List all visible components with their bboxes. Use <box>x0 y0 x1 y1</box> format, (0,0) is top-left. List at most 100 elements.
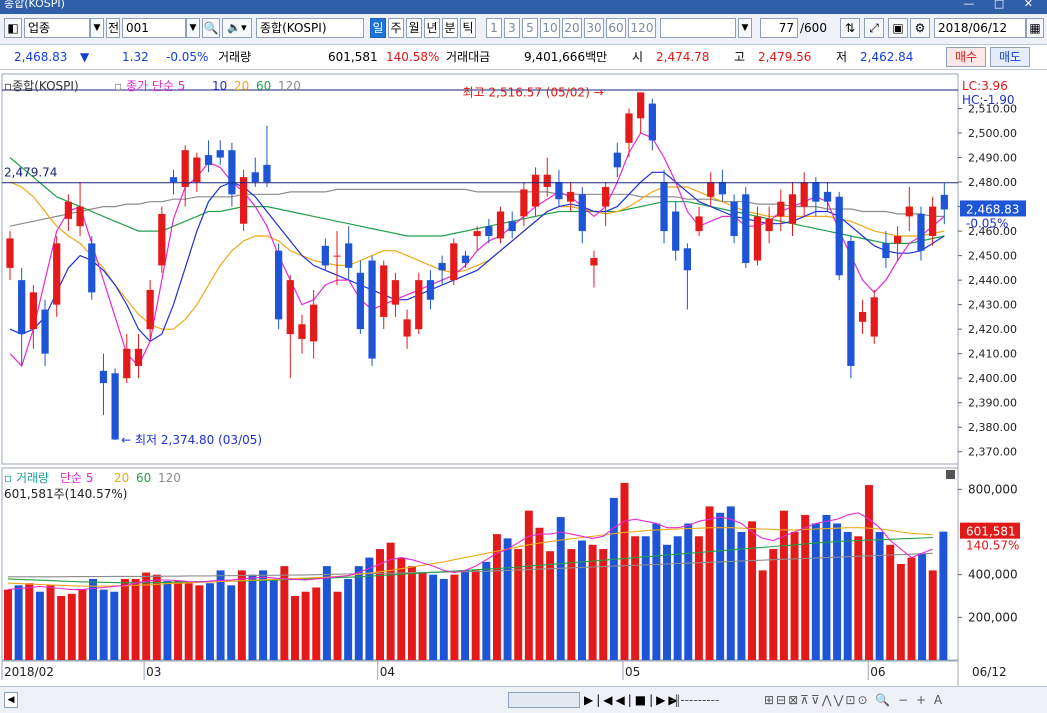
volume-bar <box>25 583 34 660</box>
candle-body <box>158 213 166 266</box>
candle-body <box>111 373 119 440</box>
volume-bar <box>705 506 714 660</box>
code-dropdown-icon[interactable]: ▼ <box>186 18 200 38</box>
chart-area[interactable]: 2,370.00 2,380.00 2,390.00 2,400.00 2,410.00… <box>0 70 1047 686</box>
candle-body <box>239 177 248 224</box>
volume-bar <box>259 570 268 660</box>
count-input[interactable]: 77 <box>760 18 798 38</box>
candle-body <box>18 280 26 335</box>
candle-body <box>893 236 902 244</box>
search-icon[interactable]: 🔍 <box>202 18 220 38</box>
candle-body <box>613 152 621 168</box>
candle-body <box>345 243 353 268</box>
minute-1-button[interactable]: 1 <box>486 18 502 38</box>
quote-bar: 2,468.83 ▼ 1.32 -0.05% 거래량 601,581 140.5… <box>0 45 1047 70</box>
candle-body <box>181 150 189 187</box>
candle-body <box>590 258 598 266</box>
crosshair-icon[interactable]: ⤢ <box>864 18 884 38</box>
minute-60-button[interactable]: 60 <box>606 18 626 38</box>
price-tick-label: 2,490.00 <box>968 152 1017 165</box>
period-minute-button[interactable]: 분 <box>442 18 458 38</box>
calendar-icon[interactable]: ▦ <box>1026 18 1044 38</box>
chevron-down-icon[interactable]: ▼ <box>90 18 104 38</box>
volume-pane-close-icon[interactable] <box>946 470 955 479</box>
volume-bar <box>588 544 597 660</box>
candle-body <box>543 174 551 187</box>
period-week-button[interactable]: 주 <box>388 18 404 38</box>
date-input[interactable]: 2018/06/12 <box>934 18 1026 38</box>
volume-bar <box>301 591 310 660</box>
period-year-button[interactable]: 년 <box>424 18 440 38</box>
minute-20-button[interactable]: 20 <box>562 18 582 38</box>
interval-input[interactable] <box>660 18 736 38</box>
interval-dropdown-icon[interactable]: ▼ <box>738 18 752 38</box>
price-change: 1.32 <box>122 50 149 64</box>
type-select[interactable]: 전 <box>106 18 120 38</box>
minute-5-button[interactable]: 5 <box>522 18 538 38</box>
volume-bar <box>726 506 735 660</box>
mode-select[interactable]: 업종 <box>24 18 90 38</box>
price-legend-item: 10 <box>212 79 227 93</box>
save-icon[interactable]: ▣ <box>888 18 908 38</box>
candle-body <box>6 238 14 268</box>
minute-120-button[interactable]: 120 <box>628 18 656 38</box>
candle-body <box>508 221 516 232</box>
volume-bar <box>99 589 108 660</box>
candle-body <box>251 172 259 183</box>
speaker-icon[interactable]: 🔈▾ <box>222 18 252 38</box>
down-arrow-icon: ▼ <box>80 50 90 64</box>
scroll-left-icon[interactable]: ◀ <box>4 692 18 708</box>
period-day-button[interactable]: 일 <box>370 18 386 38</box>
volume-bar <box>237 570 246 660</box>
code-input[interactable]: 001 <box>122 18 186 38</box>
volume-bar <box>482 561 491 660</box>
candle-body <box>99 370 108 384</box>
volume-bar <box>227 585 236 660</box>
sell-button[interactable]: 매도 <box>990 47 1030 67</box>
candle-body <box>765 218 773 232</box>
pin-icon[interactable]: ⇅ <box>840 18 860 38</box>
candle-body <box>753 216 762 261</box>
volume-bar <box>811 523 820 660</box>
volume-tick-label: 200,000 <box>968 610 1018 624</box>
gear-icon[interactable]: ⚙ <box>910 18 930 38</box>
legend-marker: ▫ <box>114 79 122 93</box>
last-volume-label: 601,581 <box>966 525 1016 539</box>
candle-body <box>438 262 446 271</box>
playback-controls[interactable]: ▶|◀◀|■|▶▶ <box>584 690 681 710</box>
volume-bar <box>248 574 257 660</box>
volume-bar <box>131 578 140 660</box>
volume-bar <box>35 591 44 660</box>
volume-bar <box>46 585 55 660</box>
volume-bar <box>291 596 299 660</box>
drawing-tools[interactable]: ⊞⊟⊠⊼⊽⋀⋁⊡⊙ 🔍 − + A <box>764 690 944 710</box>
volume-bar <box>684 523 693 660</box>
minute-3-button[interactable]: 3 <box>504 18 520 38</box>
volume-bar <box>152 574 161 660</box>
volume-bar <box>78 589 87 660</box>
volume-bar <box>694 536 703 660</box>
volume-bar <box>184 583 193 660</box>
scroll-thumb[interactable] <box>508 692 580 708</box>
volume-bar <box>89 578 98 660</box>
volume-bar <box>918 553 927 660</box>
minute-10-button[interactable]: 10 <box>540 18 560 38</box>
period-month-button[interactable]: 월 <box>406 18 422 38</box>
buy-button[interactable]: 매수 <box>946 47 986 67</box>
volume-bar <box>67 593 76 660</box>
volume-bar <box>514 549 523 660</box>
volume-bar <box>620 482 629 660</box>
minute-30-button[interactable]: 30 <box>584 18 604 38</box>
volume-bar <box>546 551 555 660</box>
volume-legend-item: 20 <box>114 471 129 485</box>
volume-bar <box>120 578 129 660</box>
panel-icon[interactable]: ◧ <box>4 18 22 38</box>
period-tick-button[interactable]: 틱 <box>460 18 476 38</box>
window-controls[interactable]: — □ ✕ <box>963 0 1041 11</box>
high-annotation: 최고 2,516.57 (05/02) → <box>463 85 604 99</box>
volume-bar <box>843 532 852 660</box>
candle-body <box>485 226 493 236</box>
price-tick-label: 2,430.00 <box>968 299 1017 312</box>
price-change-pct: -0.05% <box>166 50 209 64</box>
zoom-slider[interactable]: -‖--------- <box>670 690 719 710</box>
